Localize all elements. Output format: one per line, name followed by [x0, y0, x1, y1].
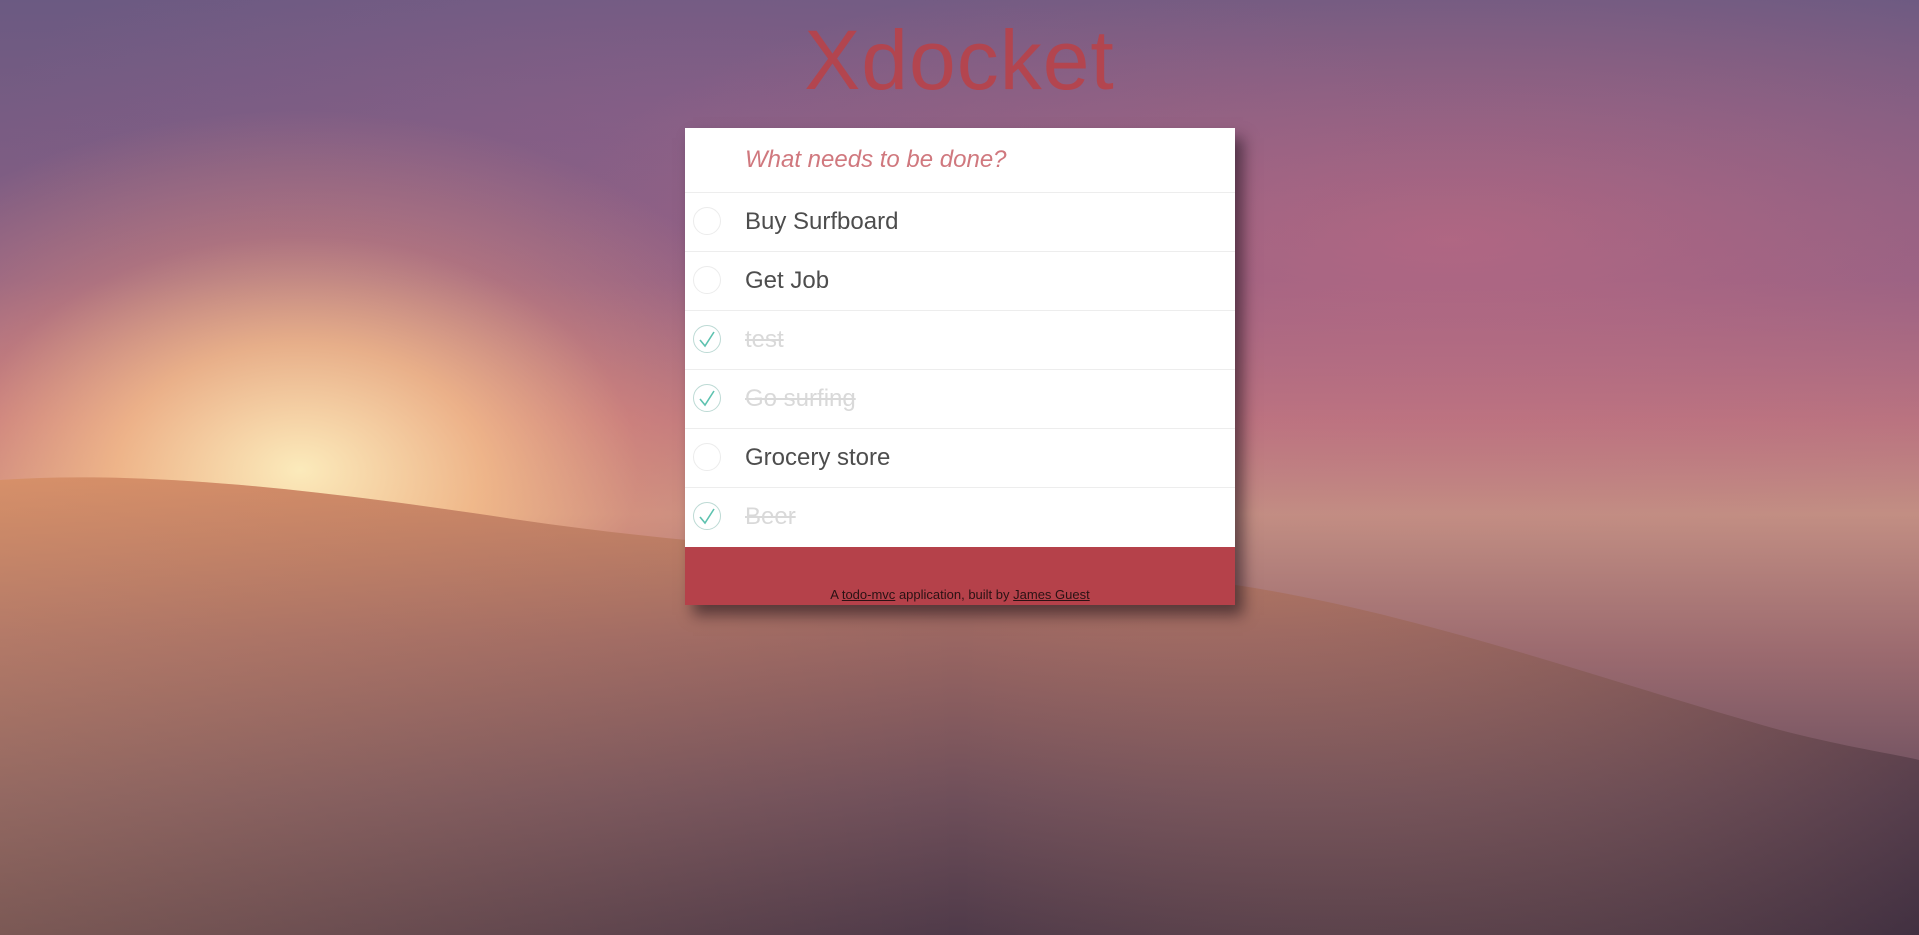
- author-link[interactable]: James Guest: [1013, 587, 1090, 602]
- new-todo-input[interactable]: [685, 128, 1235, 193]
- todo-label[interactable]: Go surfing: [745, 370, 856, 428]
- todo-app: Buy Surfboard Get Job test Go surfing Gr…: [685, 128, 1235, 605]
- checkmark-icon: [699, 331, 715, 348]
- todo-label[interactable]: Get Job: [745, 252, 829, 310]
- todo-item: Buy Surfboard: [685, 193, 1235, 252]
- todo-item: test: [685, 311, 1235, 370]
- todo-toggle[interactable]: [693, 384, 721, 412]
- todo-toggle[interactable]: [693, 443, 721, 471]
- todo-item: Beer: [685, 488, 1235, 547]
- todo-item: Get Job: [685, 252, 1235, 311]
- todo-mvc-link[interactable]: todo-mvc: [842, 587, 895, 602]
- todo-label[interactable]: Buy Surfboard: [745, 193, 898, 251]
- todo-label[interactable]: Grocery store: [745, 429, 890, 487]
- todo-toggle[interactable]: [693, 207, 721, 235]
- todo-item: Grocery store: [685, 429, 1235, 488]
- footer-prefix: A: [830, 587, 839, 602]
- todo-label[interactable]: test: [745, 311, 784, 369]
- checkmark-icon: [699, 390, 715, 407]
- app-title: Xdocket: [804, 13, 1115, 107]
- todo-toggle[interactable]: [693, 325, 721, 353]
- todo-toggle[interactable]: [693, 502, 721, 530]
- todo-list: Buy Surfboard Get Job test Go surfing Gr…: [685, 193, 1235, 547]
- footer-middle: application, built by: [898, 587, 1010, 602]
- todo-item: Go surfing: [685, 370, 1235, 429]
- app-footer: A todo-mvc application, built by James G…: [685, 547, 1235, 605]
- todo-label[interactable]: Beer: [745, 488, 796, 546]
- footer-info: A todo-mvc application, built by James G…: [685, 587, 1235, 602]
- todo-toggle[interactable]: [693, 266, 721, 294]
- checkmark-icon: [699, 508, 715, 525]
